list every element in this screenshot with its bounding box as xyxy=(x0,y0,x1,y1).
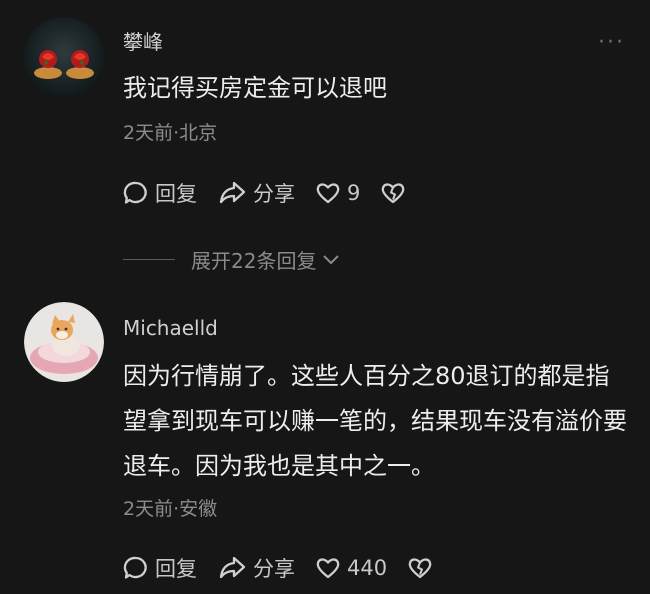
comment-actions: 回复 分享 9 xyxy=(123,176,432,210)
heart-icon xyxy=(316,558,340,579)
comment-meta: 2天前·北京 xyxy=(123,122,218,144)
share-button[interactable]: 分享 xyxy=(217,178,295,208)
share-label: 分享 xyxy=(253,182,295,206)
comment-icon xyxy=(123,556,147,579)
expand-replies-button[interactable]: 展开22条回复 xyxy=(123,244,340,274)
comment-text: 我记得买房定金可以退吧 xyxy=(123,74,387,102)
avatar[interactable] xyxy=(24,17,104,97)
share-button[interactable]: 分享 xyxy=(217,553,295,583)
reply-label: 回复 xyxy=(155,557,197,581)
author-name[interactable]: Michaelld xyxy=(123,316,218,340)
heart-icon xyxy=(316,183,340,204)
like-button[interactable]: 440 xyxy=(315,555,387,581)
like-button[interactable]: 9 xyxy=(315,180,360,206)
broken-heart-icon xyxy=(382,183,405,204)
comment-text: 因为行情崩了。这些人百分之80退订的都是指望拿到现车可以赚一笔的，结果现车没有溢… xyxy=(123,362,627,480)
more-icon[interactable]: ··· xyxy=(598,30,625,55)
share-label: 分享 xyxy=(253,557,295,581)
dislike-button[interactable] xyxy=(407,555,439,581)
comment-meta: 2天前·安徽 xyxy=(123,498,218,520)
broken-heart-icon xyxy=(408,558,432,579)
comment-actions: 回复 分享 440 xyxy=(123,551,459,585)
share-icon xyxy=(219,556,246,579)
comment-1: 攀峰 ··· 我记得买房定金可以退吧 2天前·北京 回复 分享 9 xyxy=(0,0,650,240)
reply-button[interactable]: 回复 xyxy=(123,553,197,583)
reply-button[interactable]: 回复 xyxy=(123,178,197,208)
comment-2: Michaelld 因为行情崩了。这些人百分之80退订的都是指望拿到现车可以赚一… xyxy=(0,296,650,594)
share-icon xyxy=(219,181,246,204)
like-count: 9 xyxy=(347,181,361,205)
dislike-button[interactable] xyxy=(380,180,412,206)
comment-icon xyxy=(123,181,147,204)
author-name[interactable]: 攀峰 xyxy=(123,26,163,55)
like-count: 440 xyxy=(347,556,388,580)
reply-label: 回复 xyxy=(155,182,197,206)
chevron-down-icon xyxy=(323,255,340,265)
divider-line xyxy=(123,258,175,260)
avatar[interactable] xyxy=(24,302,104,382)
expand-replies-label: 展开22条回复 xyxy=(191,248,317,273)
